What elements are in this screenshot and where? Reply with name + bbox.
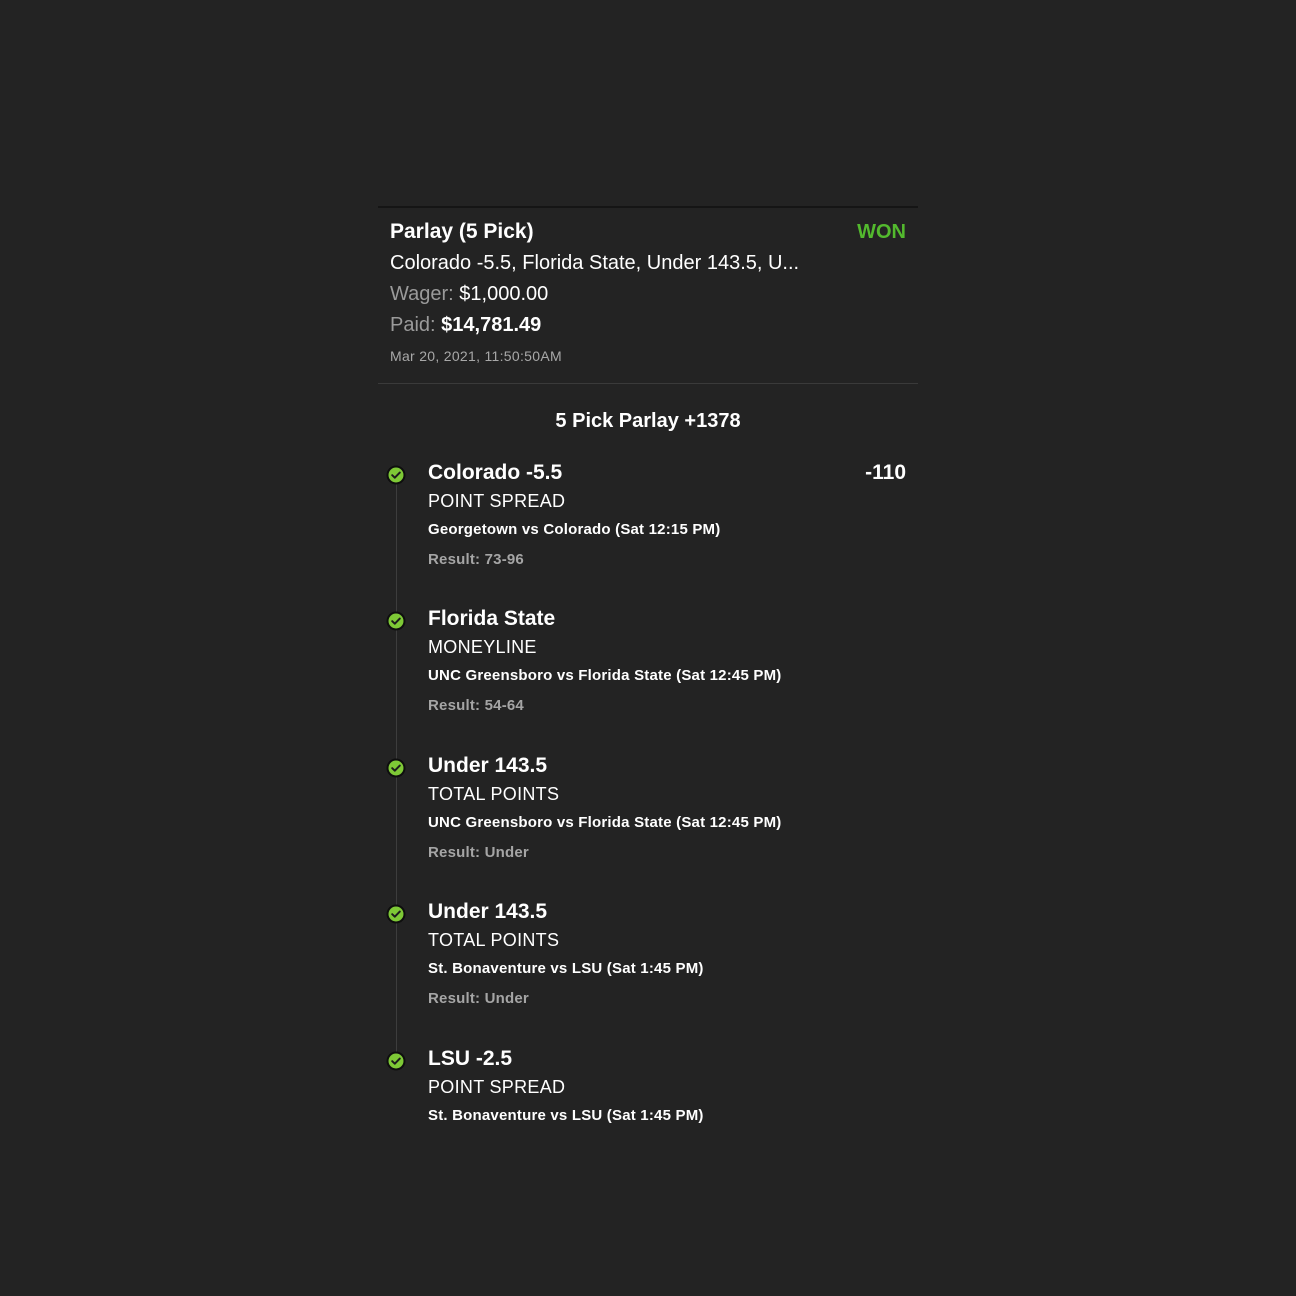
check-circle-icon [386,465,406,485]
leg-event: UNC Greensboro vs Florida State (Sat 12:… [428,814,782,831]
leg-pick: Under 143.5 [428,754,548,777]
leg-item[interactable]: Under 143.5 TOTAL POINTS UNC Greensboro … [378,752,918,892]
bet-summary: Colorado -5.5, Florida State, Under 143.… [390,252,800,274]
leg-pick: Colorado -5.5 [428,461,563,484]
leg-item[interactable]: Under 143.5 TOTAL POINTS St. Bonaventure… [378,898,918,1038]
top-divider [378,206,918,208]
bet-timestamp: Mar 20, 2021, 11:50:50AM [390,348,562,364]
check-circle-icon [386,611,406,631]
wager-row: Wager: $1,000.00 [390,280,548,308]
leg-market: POINT SPREAD [428,1077,566,1097]
check-circle-icon [386,758,406,778]
check-circle-icon [386,904,406,924]
parlay-heading: 5 Pick Parlay +1378 [555,410,741,432]
status-badge: WON [857,221,906,243]
leg-result: Result: Under [428,990,529,1007]
leg-item[interactable]: Florida State MONEYLINE UNC Greensboro v… [378,605,918,745]
section-divider [378,383,918,384]
leg-item[interactable]: LSU -2.5 POINT SPREAD St. Bonaventure vs… [378,1045,918,1185]
paid-label: Paid: [390,314,436,336]
wager-value: $1,000.00 [459,283,549,305]
paid-value: $14,781.49 [441,314,542,336]
leg-event: UNC Greensboro vs Florida State (Sat 12:… [428,667,782,684]
leg-market: POINT SPREAD [428,491,566,511]
bet-title: Parlay (5 Pick) [390,220,534,243]
leg-event: Georgetown vs Colorado (Sat 12:15 PM) [428,521,721,538]
bet-detail-card: Parlay (5 Pick) WON Colorado -5.5, Flori… [378,206,918,1146]
leg-odds: -110 [865,461,906,484]
paid-row: Paid: $14,781.49 [390,311,541,339]
leg-market: TOTAL POINTS [428,930,560,950]
leg-result: Result: 54-64 [428,697,524,714]
leg-market: TOTAL POINTS [428,784,560,804]
leg-pick: Under 143.5 [428,900,548,923]
leg-item[interactable]: Colorado -5.5 -110 POINT SPREAD Georgeto… [378,459,918,599]
leg-market: MONEYLINE [428,637,537,657]
leg-result: Result: Under [428,844,529,861]
check-circle-icon [386,1051,406,1071]
leg-event: St. Bonaventure vs LSU (Sat 1:45 PM) [428,1107,704,1124]
leg-pick: Florida State [428,607,556,630]
leg-pick: LSU -2.5 [428,1047,513,1070]
leg-event: St. Bonaventure vs LSU (Sat 1:45 PM) [428,960,704,977]
wager-label: Wager: [390,283,454,305]
leg-result: Result: 73-96 [428,551,524,568]
